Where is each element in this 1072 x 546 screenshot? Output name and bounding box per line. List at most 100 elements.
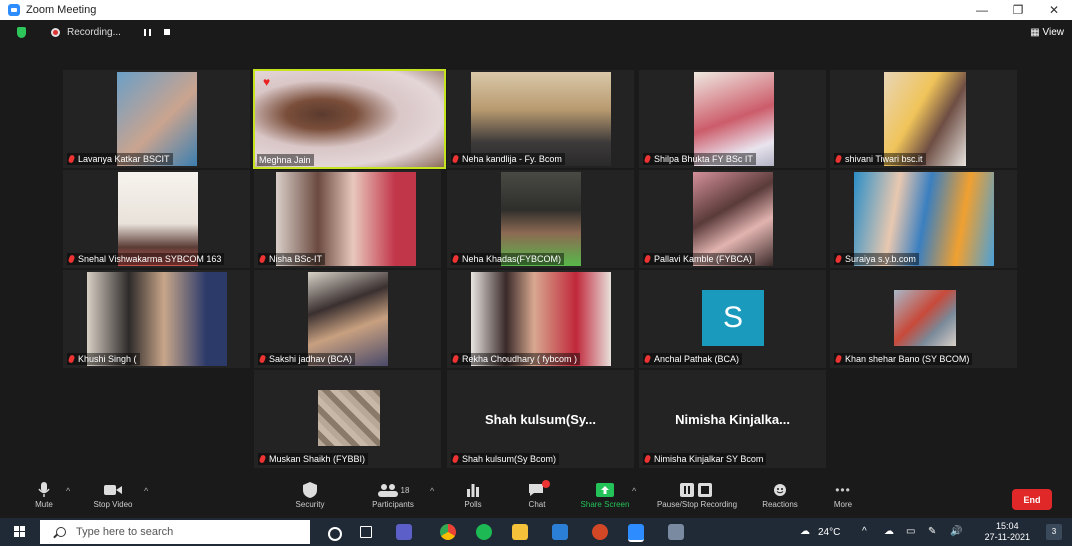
store-app-icon[interactable] — [552, 524, 568, 540]
participant-display-name: Shah kulsum(Sy... — [484, 412, 596, 427]
network-icon[interactable]: ▭ — [906, 526, 915, 537]
participant-name: Suraiya s.y.b.com — [845, 254, 916, 264]
security-shield-icon[interactable] — [17, 27, 26, 38]
end-meeting-button[interactable]: End — [1012, 489, 1052, 510]
audio-options-caret-icon[interactable]: ^ — [66, 486, 70, 496]
restore-button[interactable]: ❐ — [1000, 0, 1036, 20]
windows-taskbar: Type here to search ☁ 24°C ^ ☁ ▭ ✎ 🔊 15:… — [0, 518, 1072, 546]
video-tile[interactable]: Shah kulsum(Sy... Shah kulsum(Sy Bcom) — [447, 370, 634, 468]
video-tile[interactable]: Nimisha Kinjalka... Nimisha Kinjalkar SY… — [639, 370, 826, 468]
video-tile[interactable]: Khushi Singh ( — [63, 270, 250, 368]
video-tile[interactable]: Sakshi jadhav (BCA) — [254, 270, 441, 368]
participant-video — [854, 172, 994, 266]
polls-bar-icon — [467, 484, 479, 497]
clock-time: 15:04 — [996, 521, 1019, 531]
pause-recording-icon[interactable] — [144, 29, 151, 36]
muted-mic-icon — [834, 354, 843, 364]
more-button[interactable]: ••• More — [826, 480, 860, 509]
muted-mic-icon — [451, 454, 460, 464]
muted-mic-icon — [451, 154, 460, 164]
participant-name: Snehal Vishwakarma SYBCOM 163 — [78, 254, 222, 264]
participant-name: Pallavi Kamble (FYBCA) — [654, 254, 753, 264]
share-screen-label: Share Screen — [580, 500, 630, 509]
video-tile[interactable]: Muskan Shaikh (FYBBI) — [254, 370, 441, 468]
file-explorer-icon[interactable] — [512, 524, 528, 540]
chat-notification-badge — [542, 480, 550, 488]
video-camera-icon — [104, 485, 122, 495]
meeting-top-bar: Recording... ▦ View — [0, 20, 1072, 46]
reactions-button[interactable]: Reactions — [758, 480, 802, 509]
video-tile-active-speaker[interactable]: ♥ Meghna Jain — [253, 69, 446, 169]
muted-mic-icon — [643, 354, 652, 364]
participant-video — [471, 272, 611, 366]
participants-label: Participants — [372, 500, 414, 509]
participant-name: Muskan Shaikh (FYBBI) — [269, 454, 366, 464]
muted-mic-icon — [451, 254, 460, 264]
video-tile[interactable]: shivani Tiwari bsc.it — [830, 70, 1017, 168]
muted-mic-icon — [834, 254, 843, 264]
video-tile[interactable]: Nisha BSc-IT — [254, 170, 441, 268]
mute-button[interactable]: Mute — [28, 480, 60, 509]
chrome-icon[interactable] — [440, 524, 456, 540]
participant-video — [87, 272, 227, 366]
video-tile[interactable]: Pallavi Kamble (FYBCA) — [639, 170, 826, 268]
participant-name: Sakshi jadhav (BCA) — [269, 354, 353, 364]
video-tile[interactable]: Snehal Vishwakarma SYBCOM 163 — [63, 170, 250, 268]
share-screen-button[interactable]: Share Screen — [575, 480, 635, 509]
stop-video-button[interactable]: Stop Video — [88, 480, 138, 509]
security-button[interactable]: Security — [290, 480, 330, 509]
more-dots-icon: ••• — [835, 483, 851, 497]
pause-stop-recording-label: Pause/Stop Recording — [656, 500, 738, 509]
pause-stop-recording-button[interactable]: Pause/Stop Recording — [648, 480, 746, 509]
muted-mic-icon — [258, 354, 267, 364]
close-button[interactable]: ✕ — [1036, 0, 1072, 20]
powerpoint-icon[interactable] — [592, 524, 608, 540]
polls-label: Polls — [464, 500, 482, 509]
zoom-taskbar-icon[interactable] — [628, 524, 644, 542]
participant-display-name: Nimisha Kinjalka... — [675, 412, 790, 427]
taskbar-search-box[interactable]: Type here to search — [40, 520, 310, 544]
cloud-icon[interactable]: ☁ — [884, 526, 894, 537]
muted-mic-icon — [643, 154, 652, 164]
participants-options-caret-icon[interactable]: ^ — [430, 486, 434, 496]
windows-start-icon[interactable] — [14, 526, 26, 538]
clock-date: 27-11-2021 — [984, 532, 1030, 542]
video-tile[interactable]: Neha kandlija - Fy. Bcom — [447, 70, 634, 168]
tray-chevron-icon[interactable]: ^ — [862, 526, 867, 537]
participant-name: Neha kandlija - Fy. Bcom — [462, 154, 562, 164]
participant-avatar: S — [702, 290, 764, 346]
participant-video — [693, 172, 773, 266]
video-tile[interactable]: Lavanya Katkar BSCIT — [63, 70, 250, 168]
participants-button[interactable]: 18 Participants — [366, 480, 420, 509]
recording-icon — [51, 28, 60, 37]
minimize-button[interactable]: — — [964, 0, 1000, 20]
task-view-icon[interactable] — [360, 526, 372, 538]
muted-mic-icon — [834, 154, 843, 164]
video-tile[interactable]: Rekha Choudhary ( fybcom ) — [447, 270, 634, 368]
volume-icon[interactable]: 🔊 — [950, 526, 962, 537]
weather-icon[interactable]: ☁ — [800, 526, 810, 537]
participant-name: Anchal Pathak (BCA) — [654, 354, 740, 364]
participant-video — [308, 272, 388, 366]
polls-button[interactable]: Polls — [458, 480, 488, 509]
participant-name: shivani Tiwari bsc.it — [845, 154, 923, 164]
teams-icon[interactable] — [396, 524, 412, 540]
view-button[interactable]: ▦ View — [1030, 27, 1064, 38]
snip-tool-icon[interactable] — [668, 524, 684, 540]
spotify-icon[interactable] — [476, 524, 492, 540]
cortana-icon[interactable] — [328, 527, 342, 541]
reactions-smiley-icon — [774, 484, 786, 496]
video-options-caret-icon[interactable]: ^ — [144, 486, 148, 496]
taskbar-clock[interactable]: 15:04 27-11-2021 — [985, 521, 1030, 543]
pen-icon[interactable]: ✎ — [928, 526, 936, 537]
share-options-caret-icon[interactable]: ^ — [632, 486, 636, 496]
video-tile[interactable]: S Anchal Pathak (BCA) — [639, 270, 826, 368]
stop-recording-icon[interactable] — [164, 29, 170, 35]
chat-button[interactable]: Chat — [522, 480, 552, 509]
view-label: View — [1042, 27, 1065, 38]
video-tile[interactable]: Khan shehar Bano (SY BCOM) — [830, 270, 1017, 368]
video-tile[interactable]: Neha Khadas(FYBCOM) — [447, 170, 634, 268]
video-tile[interactable]: Shilpa Bhukta FY BSc IT — [639, 70, 826, 168]
notification-center-icon[interactable]: 3 — [1046, 524, 1062, 540]
video-tile[interactable]: Suraiya s.y.b.com — [830, 170, 1017, 268]
